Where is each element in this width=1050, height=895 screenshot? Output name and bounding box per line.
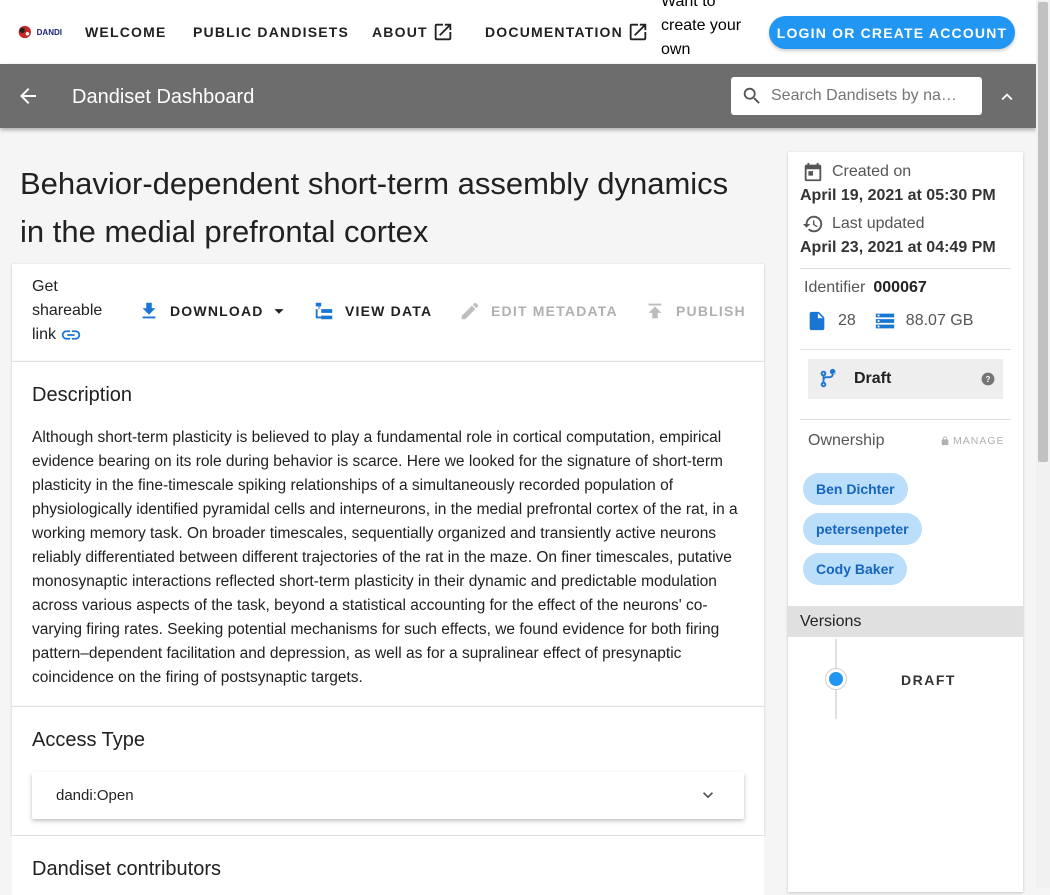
versions-heading: Versions xyxy=(788,606,1023,637)
external-link-icon xyxy=(434,23,452,41)
calendar-icon xyxy=(804,162,822,182)
file-tree-icon xyxy=(315,302,333,320)
upload-icon xyxy=(648,303,662,319)
identifier-label: Identifier xyxy=(804,279,866,296)
stats-row: 28 88.07 GB xyxy=(806,310,973,332)
view-data-label: VIEW DATA xyxy=(345,303,433,319)
lock-icon xyxy=(941,436,949,446)
nav-documentation[interactable]: DOCUMENTATION xyxy=(485,22,649,42)
created-row: Created on xyxy=(802,161,911,183)
manage-label: MANAGE xyxy=(953,435,1005,447)
share-link-button[interactable]: Get shareable link xyxy=(32,275,112,347)
help-icon[interactable]: ? xyxy=(981,372,995,386)
contributors-section: Dandiset contributors xyxy=(12,835,764,895)
nav-documentation-label: DOCUMENTATION xyxy=(485,24,623,40)
access-type-expander[interactable]: dandi:Open xyxy=(32,772,744,819)
dashboard-title: Dandiset Dashboard xyxy=(72,86,255,108)
owner-chip[interactable]: Cody Baker xyxy=(803,553,907,585)
top-app-bar: DANDI WELCOME PUBLIC DANDISETS ABOUT DOC… xyxy=(0,0,1050,82)
history-icon xyxy=(802,215,823,233)
chevron-down-icon xyxy=(703,792,713,799)
identifier-row: Identifier 000067 xyxy=(804,279,927,297)
owner-chip[interactable]: petersenpeter xyxy=(803,513,922,545)
nav-welcome-label: WELCOME xyxy=(85,24,167,40)
source-branch-icon xyxy=(820,368,836,388)
version-draft-item[interactable]: DRAFT xyxy=(901,672,956,688)
contributors-heading: Dandiset contributors xyxy=(32,858,221,880)
page-scrollbar[interactable] xyxy=(1036,0,1050,888)
search-input[interactable] xyxy=(771,87,961,105)
external-link-icon xyxy=(629,23,647,41)
svg-text:?: ? xyxy=(986,375,991,384)
divider xyxy=(800,419,1011,420)
version-dot xyxy=(826,669,846,689)
updated-value: April 23, 2021 at 04:49 PM xyxy=(800,239,996,256)
file-count: 28 xyxy=(838,312,856,329)
publish-button[interactable]: PUBLISH xyxy=(644,300,746,322)
description-heading: Description xyxy=(32,384,133,406)
storage-icon xyxy=(875,313,894,329)
dandiset-size: 88.07 GB xyxy=(905,312,974,329)
dandi-logo-icon xyxy=(18,25,32,39)
pencil-icon xyxy=(461,302,479,320)
publish-label: PUBLISH xyxy=(676,303,746,319)
download-button[interactable]: DOWNLOAD xyxy=(138,300,290,322)
version-status: Draft ? xyxy=(808,359,1003,399)
created-value: April 19, 2021 at 05:30 PM xyxy=(800,187,996,204)
file-icon xyxy=(809,311,825,331)
chevron-up-icon[interactable] xyxy=(996,86,1018,108)
identifier-value: 000067 xyxy=(873,279,927,296)
owner-chip[interactable]: Ben Dichter xyxy=(803,473,908,505)
access-type-value: dandi:Open xyxy=(56,787,134,804)
description-text: Although short-term plasticity is believ… xyxy=(32,429,738,686)
logo-text: DANDI xyxy=(36,27,62,37)
dandiset-title: Behavior-dependent short-term assembly d… xyxy=(20,166,729,249)
link-icon xyxy=(62,330,81,340)
download-label: DOWNLOAD xyxy=(170,303,264,319)
caret-down-icon xyxy=(274,309,284,314)
ownership-label: Ownership xyxy=(808,432,885,449)
description-section: Description Although short-term plastici… xyxy=(12,361,764,706)
dandi-logo[interactable]: DANDI xyxy=(16,22,62,42)
version-status-label: Draft xyxy=(854,370,892,387)
action-toolbar: Get shareable link DOWNLOAD VIEW DATA ED… xyxy=(12,264,764,361)
download-icon xyxy=(142,302,156,319)
scrollbar-thumb[interactable] xyxy=(1038,2,1048,462)
dashboard-toolbar: Dandiset Dashboard xyxy=(0,64,1036,128)
access-type-heading: Access Type xyxy=(32,729,146,751)
search-box[interactable] xyxy=(731,77,982,115)
back-arrow-icon[interactable] xyxy=(16,84,40,108)
nav-public-dandisets[interactable]: PUBLIC DANDISETS xyxy=(193,22,349,42)
view-data-button[interactable]: VIEW DATA xyxy=(313,300,432,322)
nav-welcome[interactable]: WELCOME xyxy=(85,22,167,42)
updated-row: Last updated xyxy=(802,213,925,235)
divider xyxy=(800,349,1011,350)
edit-metadata-label: EDIT METADATA xyxy=(491,303,618,319)
nav-about-label: ABOUT xyxy=(372,24,428,40)
login-button[interactable]: LOGIN OR CREATE ACCOUNT xyxy=(769,16,1015,49)
search-icon xyxy=(743,87,760,104)
divider xyxy=(800,268,1011,269)
updated-label: Last updated xyxy=(832,215,925,232)
nav-public-dandisets-label: PUBLIC DANDISETS xyxy=(193,24,350,40)
dandiset-sidebar: Created on April 19, 2021 at 05:30 PM La… xyxy=(788,152,1023,892)
access-type-section: Access Type dandi:Open xyxy=(12,706,764,835)
edit-metadata-button[interactable]: EDIT METADATA xyxy=(459,300,618,322)
created-label: Created on xyxy=(832,163,912,180)
manage-button[interactable]: MANAGE xyxy=(940,435,1005,447)
nav-about[interactable]: ABOUT xyxy=(372,22,454,42)
